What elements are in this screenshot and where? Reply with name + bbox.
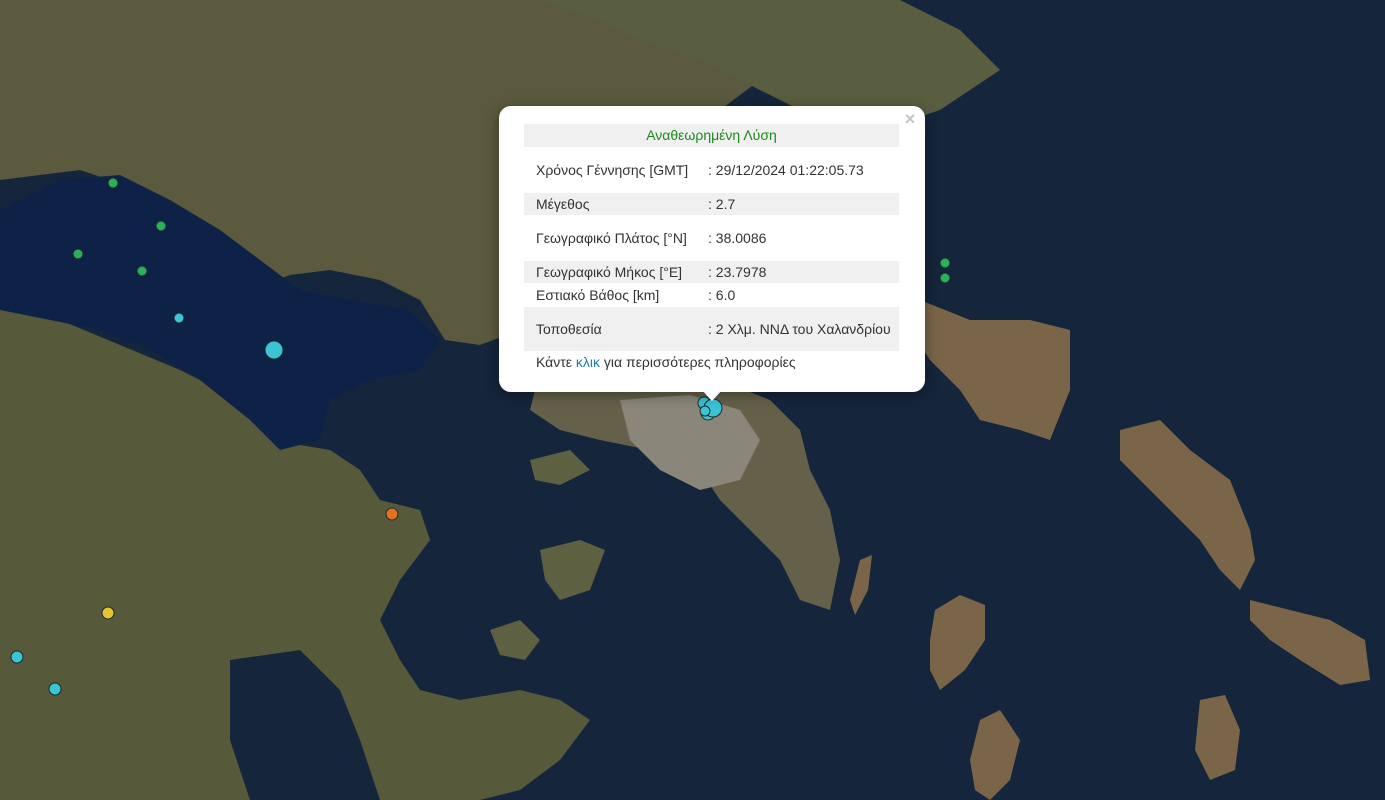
detail-label: Χρόνος Γέννησης [GMT]	[536, 162, 689, 178]
detail-row-origin-time: Χρόνος Γέννησης [GMT] : 29/12/2024 01:22…	[524, 147, 899, 193]
popup-title: Αναθεωρημένη Λύση	[524, 124, 899, 147]
more-info-link[interactable]: κλικ	[576, 354, 600, 370]
detail-value: : 29/12/2024 01:22:05.73	[708, 162, 864, 178]
quake-marker-cyan[interactable]	[10, 650, 24, 664]
quake-marker-cyan[interactable]	[48, 682, 62, 696]
popup-pointer	[701, 389, 723, 401]
detail-label: Γεωγραφικό Πλάτος [°N]	[536, 230, 687, 246]
quake-marker-green[interactable]	[939, 272, 951, 284]
detail-label: Γεωγραφικό Μήκος [°E]	[536, 264, 683, 280]
earthquake-details-table: Χρόνος Γέννησης [GMT] : 29/12/2024 01:22…	[524, 147, 899, 351]
quake-marker-orange[interactable]	[385, 507, 399, 521]
detail-value: : 6.0	[708, 287, 736, 303]
quake-marker-cyan[interactable]	[699, 405, 711, 417]
popup-content: Αναθεωρημένη Λύση Χρόνος Γέννησης [GMT] …	[524, 124, 899, 373]
detail-row-longitude: Γεωγραφικό Μήκος [°E] : 23.7978	[524, 261, 899, 283]
detail-value: : 2 Χλμ. ΝΝΔ του Χαλανδρίου	[708, 321, 891, 337]
quake-marker-yellow[interactable]	[101, 606, 115, 620]
detail-value: : 2.7	[708, 196, 736, 212]
detail-row-location: Τοποθεσία : 2 Χλμ. ΝΝΔ του Χαλανδρίου	[524, 307, 899, 351]
quake-marker-green[interactable]	[939, 257, 951, 269]
more-info-prefix: Κάντε	[536, 354, 576, 370]
quake-marker-green[interactable]	[136, 265, 148, 277]
detail-label: Εστιακό Βάθος [km]	[536, 287, 660, 303]
detail-label: Μέγεθος	[536, 196, 590, 212]
more-info-suffix: για περισσότερες πληροφορίες	[600, 354, 796, 370]
detail-row-magnitude: Μέγεθος : 2.7	[524, 193, 899, 215]
more-info-line: Κάντε κλικ για περισσότερες πληροφορίες	[524, 351, 899, 373]
detail-row-latitude: Γεωγραφικό Πλάτος [°N] : 38.0086	[524, 215, 899, 261]
earthquake-info-popup: × Αναθεωρημένη Λύση Χρόνος Γέννησης [GMT…	[499, 106, 925, 392]
detail-row-depth: Εστιακό Βάθος [km] : 6.0	[524, 283, 899, 307]
quake-marker-cyan[interactable]	[173, 312, 185, 324]
detail-label: Τοποθεσία	[536, 321, 602, 337]
quake-marker-green[interactable]	[155, 220, 167, 232]
quake-marker-cyan[interactable]	[264, 340, 284, 360]
quake-marker-green[interactable]	[107, 177, 119, 189]
detail-value: : 38.0086	[708, 230, 767, 246]
close-icon[interactable]: ×	[901, 110, 919, 128]
quake-marker-green[interactable]	[72, 248, 84, 260]
detail-value: : 23.7978	[708, 264, 767, 280]
